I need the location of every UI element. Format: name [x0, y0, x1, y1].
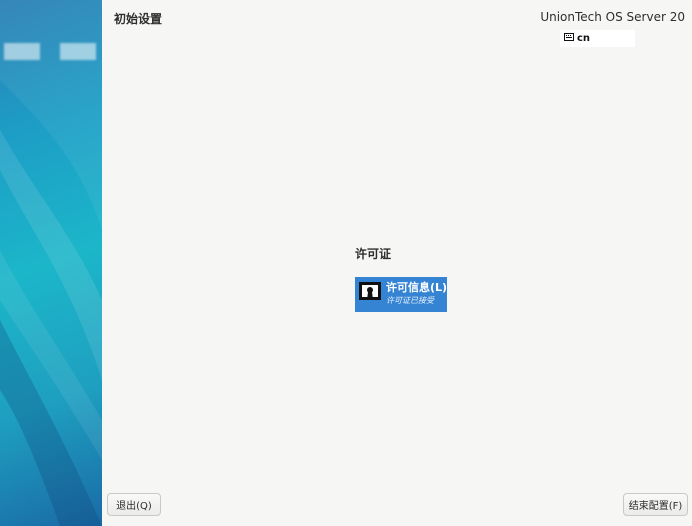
keyboard-layout-label: cn: [577, 33, 591, 44]
sidebar-wave-artwork: [0, 0, 102, 526]
quit-button[interactable]: 退出(Q): [107, 493, 161, 516]
keyboard-icon: [564, 33, 574, 44]
finish-configuration-button[interactable]: 结束配置(F): [623, 493, 688, 516]
section-title-license: 许可证: [355, 247, 392, 261]
license-certificate-icon: [358, 280, 382, 308]
spoke-status: 许可证已接受: [386, 296, 434, 305]
license-info-spoke[interactable]: 许可信息(L) 许可证已接受: [355, 277, 447, 312]
sidebar-logo-left: [4, 43, 40, 60]
keyboard-layout-indicator[interactable]: cn: [560, 30, 635, 47]
sidebar-logo-right: [60, 43, 96, 60]
spoke-title: 许可信息(L): [386, 281, 448, 294]
page-title: 初始设置: [114, 12, 163, 26]
main-area: 初始设置 UnionTech OS Server 20 cn 许可证 许可信息(…: [102, 0, 692, 526]
product-name: UnionTech OS Server 20: [540, 10, 685, 24]
decorative-sidebar: [0, 0, 102, 526]
